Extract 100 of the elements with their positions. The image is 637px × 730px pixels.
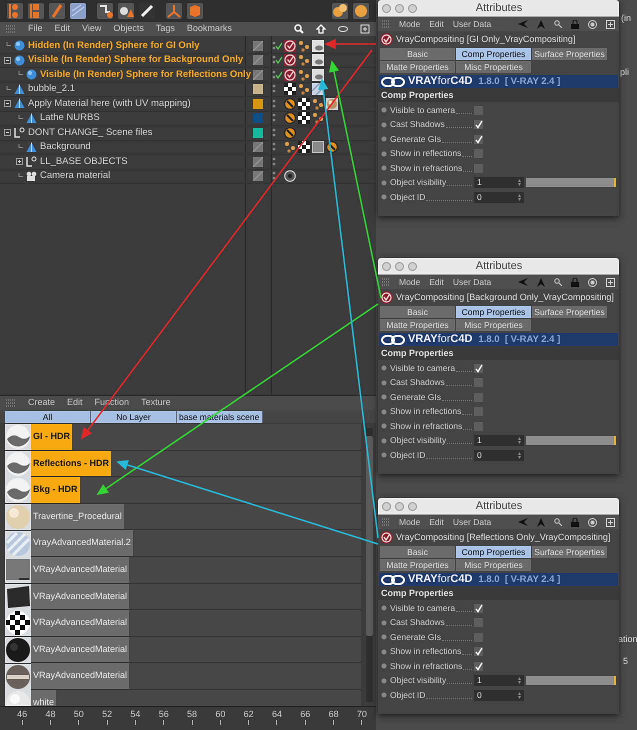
object-name[interactable]: Lathe NURBS	[40, 111, 100, 126]
menu-item[interactable]: Edit	[429, 276, 444, 288]
dots-icon[interactable]	[298, 68, 310, 81]
checker-icon[interactable]	[284, 83, 296, 96]
material-name[interactable]: Travertine_Procedural	[31, 504, 124, 530]
number-field[interactable]: 0	[474, 690, 524, 701]
dots-check-icon[interactable]	[272, 40, 282, 51]
animation-dot-icon[interactable]	[381, 634, 387, 640]
layer-color-swatch[interactable]	[253, 113, 263, 124]
animation-dot-icon[interactable]	[381, 365, 387, 372]
animation-dot-icon[interactable]	[381, 692, 387, 698]
tab[interactable]: Surface Properties	[532, 306, 607, 318]
slider[interactable]	[526, 178, 616, 188]
ellipse-icon[interactable]	[338, 24, 348, 34]
menu-item[interactable]: Edit	[54, 22, 70, 36]
checkbox[interactable]	[474, 378, 483, 388]
stepper-icon[interactable]	[518, 677, 521, 684]
brush-icon[interactable]	[138, 2, 156, 20]
animation-dot-icon[interactable]	[381, 107, 387, 114]
check-circle-icon[interactable]	[284, 54, 296, 66]
new-window-icon[interactable]	[606, 518, 615, 526]
menu-item[interactable]: Bookmarks	[186, 22, 232, 36]
layer-placeholder-icon[interactable]	[253, 55, 263, 66]
layer-color-swatch[interactable]	[253, 84, 263, 94]
lock-icon[interactable]	[571, 518, 579, 526]
shapes-icon[interactable]	[117, 2, 135, 20]
checked-checkbox[interactable]	[474, 134, 483, 144]
animation-dot-icon[interactable]	[381, 438, 387, 444]
search-icon[interactable]	[554, 20, 562, 28]
stepper-icon[interactable]	[518, 437, 521, 444]
checkbox[interactable]	[474, 164, 483, 173]
menu-item[interactable]: Mode	[399, 516, 420, 528]
home-icon[interactable]	[316, 24, 326, 34]
dots-check-icon[interactable]	[272, 55, 282, 66]
stepper-icon[interactable]	[518, 452, 521, 459]
new-window-icon[interactable]	[606, 278, 615, 286]
menu-item[interactable]: View	[82, 22, 102, 36]
tree-icon[interactable]	[96, 2, 114, 20]
number-field[interactable]: 1	[474, 435, 524, 446]
expand-toggle[interactable]	[16, 158, 23, 166]
cube-icon[interactable]	[186, 2, 204, 20]
info-icon[interactable]	[352, 2, 370, 20]
new-window-icon[interactable]	[606, 20, 615, 28]
stepper-icon[interactable]	[518, 179, 521, 186]
number-field[interactable]: 0	[474, 192, 524, 203]
animation-dot-icon[interactable]	[381, 165, 387, 172]
animation-dot-icon[interactable]	[381, 136, 387, 142]
menu-item[interactable]: Mode	[399, 276, 420, 288]
grid-icon[interactable]	[69, 2, 87, 20]
layer-placeholder-icon[interactable]	[253, 70, 263, 80]
checker-icon[interactable]	[298, 141, 310, 154]
animation-dot-icon[interactable]	[381, 452, 387, 458]
animation-dot-icon[interactable]	[381, 648, 387, 655]
back-arrow-icon[interactable]	[518, 518, 528, 526]
material-preview-icon[interactable]	[5, 557, 31, 584]
tab[interactable]: Surface Properties	[532, 546, 607, 558]
object-name[interactable]: Visible (In Render) Sphere for Background Only	[28, 53, 244, 68]
checker-icon[interactable]	[298, 112, 310, 124]
checkbox[interactable]	[474, 632, 483, 642]
checkbox[interactable]	[474, 407, 483, 416]
object-name[interactable]: Camera material	[40, 169, 110, 184]
menu-item[interactable]: Objects	[113, 22, 144, 36]
collapse-toggle[interactable]	[4, 56, 11, 64]
disc-icon[interactable]	[284, 170, 296, 182]
tab[interactable]: Surface Properties	[532, 48, 607, 60]
material-name[interactable]: VRayAdvancedMaterial	[31, 610, 130, 636]
tab[interactable]: Basic	[380, 306, 455, 318]
object-name[interactable]: Hidden (In Render) Sphere for GI Only	[28, 38, 200, 53]
menu-item[interactable]: User Data	[452, 516, 492, 528]
checked-checkbox[interactable]	[474, 647, 483, 656]
layer-placeholder-icon[interactable]	[253, 171, 263, 182]
object-name[interactable]: Apply Material here (with UV mapping)	[28, 96, 191, 111]
animation-dot-icon[interactable]	[381, 620, 387, 626]
tab[interactable]: Comp Properties	[456, 306, 531, 318]
material-icon[interactable]	[312, 68, 324, 81]
tab[interactable]: Misc Properties	[456, 319, 531, 331]
menu-item[interactable]: Edit	[429, 516, 444, 528]
object-name[interactable]: Background	[40, 140, 91, 154]
menu-item[interactable]: User Data	[452, 18, 492, 30]
animation-dot-icon[interactable]	[381, 122, 387, 128]
layer-tab[interactable]: No Layer	[91, 410, 177, 422]
collapse-toggle[interactable]	[4, 129, 11, 136]
object-name[interactable]: bubble_2.1	[28, 82, 76, 96]
layer-color-swatch[interactable]	[253, 128, 263, 138]
slider[interactable]	[526, 676, 616, 686]
search-icon[interactable]	[554, 518, 562, 526]
material-name[interactable]: VrayAdvancedMaterial.2	[31, 530, 133, 556]
object-name[interactable]: Visible (In Render) Sphere for Reflections Only	[40, 68, 251, 82]
animation-dot-icon[interactable]	[381, 678, 387, 684]
stepper-icon[interactable]	[518, 194, 521, 201]
hierarchy-icon[interactable]	[6, 2, 24, 20]
animation-dot-icon[interactable]	[381, 663, 387, 670]
dots-check-icon[interactable]	[272, 70, 282, 80]
collapse-toggle[interactable]	[4, 100, 11, 108]
tab[interactable]: Comp Properties	[456, 546, 531, 558]
animation-dot-icon[interactable]	[381, 605, 387, 612]
animation-dot-icon[interactable]	[381, 423, 387, 430]
dots-icon[interactable]	[312, 98, 324, 110]
tab[interactable]: Basic	[380, 48, 455, 60]
layer-tab[interactable]: All	[5, 410, 91, 422]
